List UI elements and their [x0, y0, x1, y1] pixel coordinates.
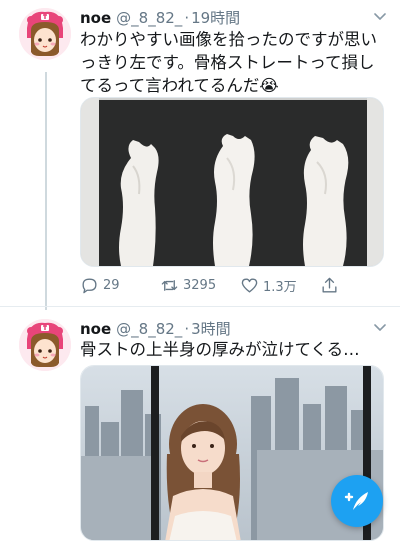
retweet-button[interactable]: 3295: [160, 276, 216, 295]
retweet-icon: [161, 280, 178, 291]
reply-icon: [82, 278, 97, 294]
tweet-media-image[interactable]: [80, 97, 384, 267]
tweet-actions: 29 3295 1.3万: [80, 276, 380, 298]
like-button[interactable]: 1.3万: [240, 276, 297, 295]
compose-tweet-button[interactable]: [331, 475, 383, 527]
chevron-down-icon[interactable]: [372, 8, 388, 24]
tweet-header: noe @_8_82_ · 19時間: [80, 7, 240, 27]
compose-tweet-icon: [344, 492, 368, 510]
reply-count: 29: [103, 278, 120, 293]
user-handle[interactable]: @_8_82_: [116, 320, 182, 338]
share-icon: [322, 277, 337, 293]
separator-dot: ·: [184, 9, 190, 27]
display-name[interactable]: noe: [80, 320, 111, 338]
like-count: 1.3万: [263, 280, 297, 295]
share-button[interactable]: [320, 276, 339, 295]
chevron-down-icon[interactable]: [372, 319, 388, 335]
separator-dot: ·: [184, 320, 190, 338]
user-handle[interactable]: @_8_82_: [116, 9, 182, 27]
tweet-text: 骨ストの上半身の厚みが泣けてくる…: [80, 340, 360, 359]
tweet-text: わかりやすい画像を拾ったのですが思いっきり左です。骨格ストレートって損してるって…: [80, 30, 377, 95]
cartoon-girl-avatar-icon: [19, 8, 71, 60]
timestamp[interactable]: 3時間: [191, 318, 231, 339]
torso-sculptures-photo: [81, 98, 383, 266]
tweet-item[interactable]: noe @_8_82_ · 19時間 わかりやすい画像を拾ったのですが思いっきり…: [0, 0, 400, 306]
heart-icon: [241, 278, 258, 293]
reply-button[interactable]: 29: [80, 276, 120, 295]
display-name[interactable]: noe: [80, 9, 111, 27]
avatar[interactable]: [19, 319, 71, 371]
timestamp[interactable]: 19時間: [191, 7, 240, 28]
tweet-header: noe @_8_82_ · 3時間: [80, 318, 231, 338]
avatar[interactable]: [19, 8, 71, 60]
retweet-count: 3295: [183, 278, 217, 293]
cartoon-girl-avatar-icon: [19, 319, 71, 371]
